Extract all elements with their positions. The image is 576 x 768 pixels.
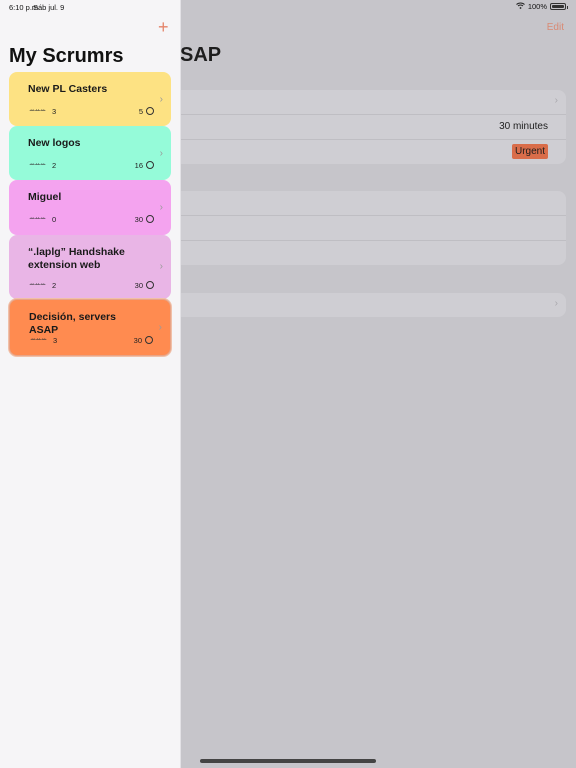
clock-icon [146, 161, 154, 169]
status-bar: 6:10 p.m. Sáb jul. 9 100% [0, 0, 576, 14]
attendee-count: 3 [52, 107, 57, 116]
clock-icon [146, 281, 154, 289]
sidebar: + My Scrumrs New PL Casters ꕀꕀꕀ 3 5 › Ne… [0, 0, 180, 768]
scrum-title: New logos [28, 137, 81, 149]
scrum-card[interactable]: New logos ꕀꕀꕀ 2 16 › [9, 126, 171, 180]
detail-title: SAP [180, 44, 222, 66]
wifi-icon [515, 2, 525, 11]
chevron-right-icon: › [159, 94, 163, 105]
length-value: 30 minutes [499, 121, 548, 132]
status-right: 100% [515, 2, 568, 11]
meeting-info-group: › 30 minutes Urgent [180, 90, 566, 164]
attendee-count: 2 [52, 281, 57, 290]
chevron-right-icon: › [159, 202, 163, 213]
home-indicator [200, 759, 376, 763]
length-row: 30 minutes [180, 115, 566, 140]
scrum-card-selected[interactable]: Decisión, servers ASAP ꕀꕀꕀ 3 30 › [9, 299, 171, 356]
battery-percent: 100% [527, 2, 547, 11]
duration-value: 30 [134, 281, 143, 290]
detail-pane: Edit SAP › 30 minutes Urgent › [180, 0, 576, 768]
duration-value: 30 [134, 215, 143, 224]
theme-badge: Urgent [511, 144, 548, 159]
attendee-count: 0 [52, 215, 57, 224]
clock-icon [145, 336, 153, 344]
chevron-right-icon: › [554, 298, 558, 309]
chevron-right-icon: › [158, 322, 162, 333]
people-icon: ꕀꕀꕀ [29, 161, 46, 168]
edit-button[interactable]: Edit [547, 22, 564, 33]
people-icon: ꕀꕀꕀ [29, 281, 46, 288]
scrum-card[interactable]: Miguel ꕀꕀꕀ 0 30 › [9, 180, 171, 235]
sidebar-title: My Scrumrs [9, 45, 124, 67]
attendee-count: 3 [53, 336, 58, 345]
scrum-card[interactable]: “.laplg” Handshake extension web ꕀꕀꕀ 2 3… [9, 235, 171, 299]
clock-icon [146, 107, 154, 115]
clock-icon [146, 215, 154, 223]
attendee-row [180, 241, 566, 265]
status-date: Sáb jul. 9 [33, 3, 65, 12]
chevron-right-icon: › [159, 148, 163, 159]
chevron-right-icon: › [159, 261, 163, 272]
duration-value: 30 [133, 336, 142, 345]
theme-row: Urgent [180, 140, 566, 164]
scrum-title: Decisión, servers ASAP [29, 311, 116, 336]
attendees-group [180, 191, 566, 265]
duration-value: 16 [134, 161, 143, 170]
add-scrum-button[interactable]: + [158, 18, 169, 36]
people-icon: ꕀꕀꕀ [29, 107, 46, 114]
scrum-title: New PL Casters [28, 83, 108, 95]
history-row[interactable]: › [180, 293, 566, 317]
attendee-row [180, 216, 566, 241]
scrum-title: Miguel [28, 191, 62, 203]
scrum-card[interactable]: New PL Casters ꕀꕀꕀ 3 5 › [9, 72, 171, 126]
duration-value: 5 [138, 107, 143, 116]
attendee-row [180, 191, 566, 216]
scrum-title: “.laplg” Handshake extension web [28, 246, 125, 271]
attendee-count: 2 [52, 161, 57, 170]
battery-icon [550, 3, 568, 10]
people-icon: ꕀꕀꕀ [30, 336, 47, 343]
chevron-right-icon: › [554, 95, 558, 106]
people-icon: ꕀꕀꕀ [29, 215, 46, 222]
start-meeting-row[interactable]: › [180, 90, 566, 115]
history-group: › [180, 293, 566, 317]
